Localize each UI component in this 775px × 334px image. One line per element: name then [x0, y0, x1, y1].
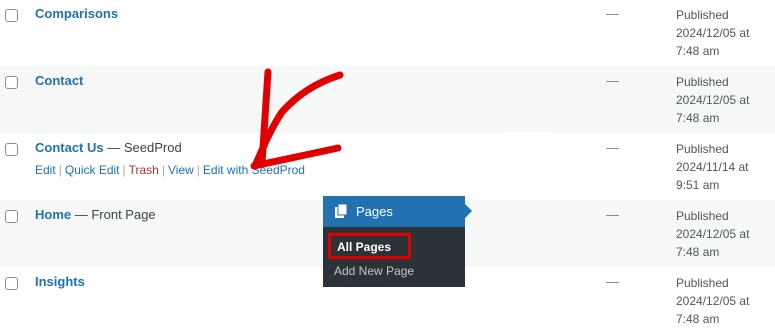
trash-link[interactable]: Trash — [129, 163, 159, 177]
row-title: Contact Us — SeedProd — [35, 140, 182, 155]
date-value: 2024/12/05 at — [676, 26, 750, 40]
row-checkbox[interactable] — [5, 9, 18, 22]
date-value: 2024/12/05 at — [676, 93, 750, 107]
row-title: Home — Front Page — [35, 207, 156, 222]
author-dash: — — [606, 140, 619, 155]
pages-menu-header[interactable]: Pages — [323, 196, 465, 227]
row-checkbox[interactable] — [5, 76, 18, 89]
status-label: Published — [676, 276, 729, 290]
date-value: 2024/12/05 at — [676, 227, 750, 241]
page-title-link[interactable]: Comparisons — [35, 6, 118, 21]
author-dash: — — [606, 207, 619, 222]
date-value: 2024/11/14 at — [676, 160, 749, 174]
time-value: 7:48 am — [676, 111, 720, 125]
page-state: — SeedProd — [103, 140, 182, 155]
quick-edit-link[interactable]: Quick Edit — [65, 163, 120, 177]
page-title-link[interactable]: Contact — [35, 73, 83, 88]
row-actions: Edit | Quick Edit | Trash | View | Edit with See… — [35, 163, 305, 177]
author-dash: — — [606, 6, 619, 21]
row-checkbox[interactable] — [5, 277, 18, 290]
add-new-page-menu-item[interactable]: Add New Page — [334, 264, 414, 278]
page-state: — Front Page — [71, 207, 156, 222]
table-row: Comparisons — Published 2024/12/05 at 7:… — [0, 0, 775, 66]
row-title: Comparisons — [35, 6, 118, 21]
page-title-link[interactable]: Insights — [35, 274, 85, 289]
row-title: Contact — [35, 73, 83, 88]
pages-menu-title: Pages — [356, 204, 393, 219]
view-link[interactable]: View — [168, 163, 194, 177]
status-label: Published — [676, 209, 729, 223]
status-label: Published — [676, 8, 729, 22]
date-value: 2024/12/05 at — [676, 294, 750, 308]
pages-icon — [335, 203, 348, 218]
status-label: Published — [676, 142, 729, 156]
time-value: 7:48 am — [676, 312, 720, 326]
table-row: Contact Us — SeedProd Edit | Quick Edit | Tr… — [0, 133, 775, 200]
row-checkbox[interactable] — [5, 143, 18, 156]
all-pages-menu-item[interactable]: All Pages — [337, 240, 391, 254]
date-cell: Published 2024/12/05 at 7:48 am — [676, 6, 749, 60]
date-cell: Published 2024/12/05 at 7:48 am — [676, 274, 749, 328]
date-cell: Published 2024/11/14 at 9:51 am — [676, 140, 749, 194]
separator: | — [122, 163, 126, 177]
row-title: Insights — [35, 274, 85, 289]
time-value: 7:48 am — [676, 44, 720, 58]
separator: | — [58, 163, 62, 177]
all-pages-highlight-box: All Pages — [328, 233, 411, 259]
date-cell: Published 2024/12/05 at 7:48 am — [676, 207, 749, 261]
edit-with-seedprod-link[interactable]: Edit with SeedProd — [203, 163, 305, 177]
separator: | — [161, 163, 165, 177]
author-dash: — — [606, 274, 619, 289]
time-value: 9:51 am — [676, 178, 720, 192]
author-dash: — — [606, 73, 619, 88]
table-row: Contact — Published 2024/12/05 at 7:48 a… — [0, 66, 775, 199]
page-title-link[interactable]: Contact Us — [35, 140, 104, 155]
pages-menu: Pages All Pages Add New Page — [323, 196, 472, 287]
time-value: 7:48 am — [676, 245, 720, 259]
page-title-link[interactable]: Home — [35, 207, 71, 222]
row-checkbox[interactable] — [5, 210, 18, 223]
separator: | — [196, 163, 200, 177]
date-cell: Published 2024/12/05 at 7:48 am — [676, 73, 749, 127]
menu-pointer — [465, 204, 472, 218]
edit-link[interactable]: Edit — [35, 163, 56, 177]
status-label: Published — [676, 75, 729, 89]
